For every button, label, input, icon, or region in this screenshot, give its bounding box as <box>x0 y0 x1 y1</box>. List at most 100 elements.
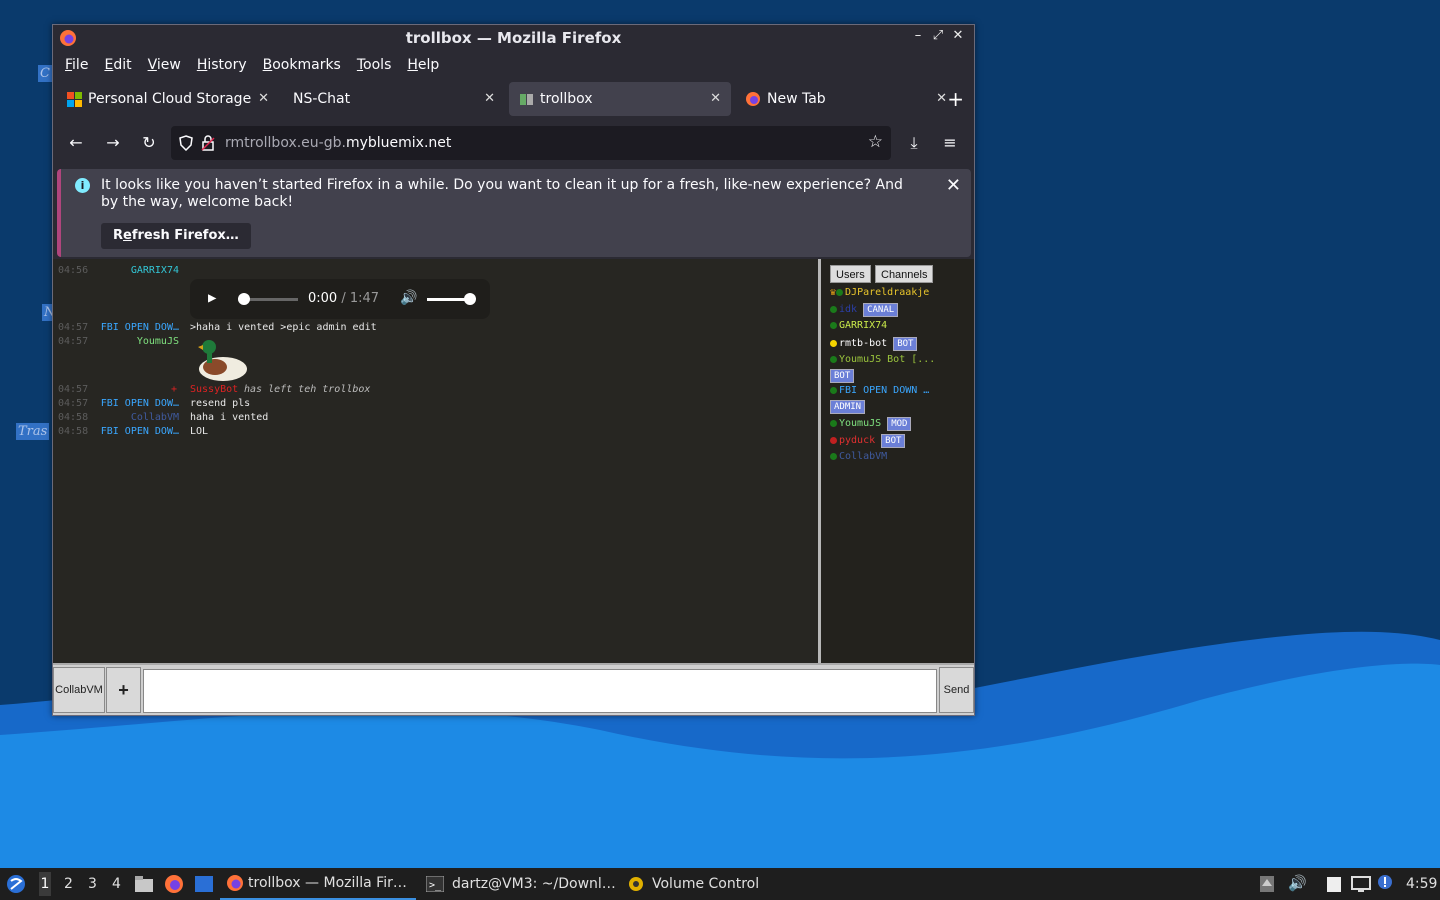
info-icon: i <box>75 178 90 193</box>
network-icon[interactable] <box>1351 875 1371 893</box>
tab-channels[interactable]: Channels <box>875 265 934 283</box>
maximize-button[interactable]: ⤢ <box>928 28 948 43</box>
speaker-icon <box>629 877 643 891</box>
role-badge: CANAL <box>863 303 899 317</box>
user-name: CollabVM <box>839 451 888 462</box>
tab-label: New Tab <box>767 91 826 107</box>
user-sidebar: Users Channels ♛ DJPareldraakje idk CANAL… <box>824 259 974 663</box>
user-item[interactable]: rmtb-bot BOT <box>830 337 918 351</box>
volume-icon[interactable]: 🔊 <box>400 290 417 306</box>
reload-button[interactable]: ↻ <box>138 133 160 152</box>
role-badge: BOT <box>830 369 855 383</box>
role-badge: MOD <box>887 417 912 431</box>
task-label: trollbox — Mozilla Fir… <box>248 875 407 891</box>
title-bar[interactable]: trollbox — Mozilla Firefox – ⤢ ✕ <box>53 25 974 51</box>
message-nick[interactable]: GARRIX74 <box>53 265 179 276</box>
terminal-launcher-icon[interactable] <box>194 875 214 893</box>
send-button[interactable]: Send <box>939 667 974 713</box>
play-button[interactable]: ▶ <box>208 290 216 306</box>
clipboard-icon[interactable] <box>1325 875 1343 893</box>
page-content: 04:56 GARRIX74 ▶ 0:00 / 1:47 🔊 04:57 FBI… <box>53 259 974 715</box>
message-nick[interactable]: FBI OPEN DOW… <box>53 426 179 437</box>
message-text: resend pls <box>190 398 251 409</box>
start-menu-icon[interactable] <box>6 874 26 894</box>
menu-bookmarks[interactable]: Bookmarks <box>263 57 341 73</box>
channel-button[interactable]: CollabVM <box>53 667 105 713</box>
tab-personal-cloud-storage[interactable]: Personal Cloud Storage ✕ <box>57 82 279 116</box>
user-item[interactable]: YoumuJS Bot [... <box>830 354 935 368</box>
close-tab-icon[interactable]: ✕ <box>936 91 947 106</box>
menu-view[interactable]: View <box>148 57 181 73</box>
message-nick[interactable]: CollabVM <box>53 412 179 423</box>
user-name: FBI OPEN DOWN … <box>839 385 930 396</box>
minimize-button[interactable]: – <box>908 28 928 43</box>
close-tab-icon[interactable]: ✕ <box>258 91 269 106</box>
user-item[interactable]: GARRIX74 <box>830 320 887 334</box>
status-dot <box>830 355 837 363</box>
user-item[interactable]: idk CANAL <box>830 303 899 317</box>
close-tab-icon[interactable]: ✕ <box>484 91 495 106</box>
desktop-icon-c[interactable]: C <box>38 65 52 82</box>
notification-icon[interactable] <box>1377 874 1393 890</box>
volume-handle[interactable] <box>464 293 476 305</box>
desktop-icon-trash[interactable]: Tras <box>16 423 50 440</box>
tray-arrow-icon[interactable] <box>1259 875 1275 893</box>
message-time: 04:57 <box>58 384 89 395</box>
message-nick[interactable]: FBI OPEN DOW… <box>53 322 179 333</box>
message-nick[interactable]: YoumuJS <box>53 336 179 347</box>
url-domain: mybluemix.net <box>345 135 452 151</box>
message-input[interactable] <box>143 669 937 713</box>
tab-new-tab[interactable]: New Tab ✕ <box>735 82 957 116</box>
user-item[interactable]: CollabVM <box>830 451 887 465</box>
task-volume-control[interactable]: Volume Control <box>624 868 774 900</box>
status-dot <box>830 419 837 427</box>
status-dot <box>836 288 844 296</box>
menu-tools[interactable]: Tools <box>357 57 392 73</box>
add-button[interactable]: + <box>106 667 141 713</box>
volume-tray-icon[interactable]: 🔊 <box>1288 874 1307 892</box>
tab-users[interactable]: Users <box>830 265 871 283</box>
task-terminal[interactable]: >_ dartz@VM3: ~/Downl… <box>422 868 618 900</box>
role-badge: BOT <box>881 434 906 448</box>
user-name: idk <box>839 304 858 315</box>
role-badge: ADMIN <box>830 400 866 414</box>
message-nick[interactable]: SussyBot <box>190 384 238 395</box>
download-icon[interactable]: ⤓ <box>903 133 925 153</box>
file-manager-icon[interactable] <box>134 875 154 893</box>
workspace-1[interactable]: 1 <box>39 872 51 896</box>
workspace-3[interactable]: 3 <box>88 876 97 892</box>
close-notification-icon[interactable]: ✕ <box>946 175 961 196</box>
refresh-firefox-button[interactable]: Refresh Firefox… <box>101 223 251 249</box>
chat-log[interactable]: 04:56 GARRIX74 ▶ 0:00 / 1:47 🔊 04:57 FBI… <box>53 259 821 663</box>
seek-handle[interactable] <box>238 293 250 305</box>
firefox-icon <box>60 30 76 46</box>
hamburger-menu-icon[interactable]: ≡ <box>939 133 961 152</box>
menu-edit[interactable]: Edit <box>104 57 131 73</box>
message-nick[interactable]: FBI OPEN DOW… <box>53 398 179 409</box>
bookmark-star-icon[interactable]: ☆ <box>868 132 883 152</box>
user-item[interactable]: ♛ DJPareldraakje <box>830 287 929 301</box>
menu-file[interactable]: File <box>65 57 88 73</box>
close-window-button[interactable]: ✕ <box>948 28 968 43</box>
user-item[interactable]: pyduck BOT <box>830 434 906 448</box>
tab-trollbox[interactable]: trollbox ✕ <box>509 82 731 116</box>
firefox-icon <box>746 92 760 106</box>
firefox-icon <box>227 875 243 891</box>
back-button[interactable]: ← <box>65 133 87 152</box>
menu-help[interactable]: Help <box>407 57 439 73</box>
status-dot <box>830 321 837 329</box>
menu-history[interactable]: History <box>197 57 247 73</box>
firefox-launcher-icon[interactable] <box>164 874 184 894</box>
forward-button[interactable]: → <box>102 133 124 152</box>
close-tab-icon[interactable]: ✕ <box>710 91 721 106</box>
url-prefix: rmtrollbox.eu-gb. <box>225 135 346 151</box>
task-firefox[interactable]: trollbox — Mozilla Fir… <box>220 868 416 900</box>
url-bar[interactable]: rmtrollbox.eu-gb.mybluemix.net ☆ <box>171 126 891 160</box>
tab-ns-chat[interactable]: NS-Chat ✕ <box>283 82 505 116</box>
new-tab-button[interactable]: + <box>947 87 964 111</box>
workspace-4[interactable]: 4 <box>112 876 121 892</box>
user-item[interactable]: YoumuJS MOD <box>830 417 912 431</box>
chat-message: 04:57 FBI OPEN DOW… >haha i vented >epic… <box>53 322 813 336</box>
workspace-2[interactable]: 2 <box>64 876 73 892</box>
user-item[interactable]: FBI OPEN DOWN … <box>830 385 929 399</box>
